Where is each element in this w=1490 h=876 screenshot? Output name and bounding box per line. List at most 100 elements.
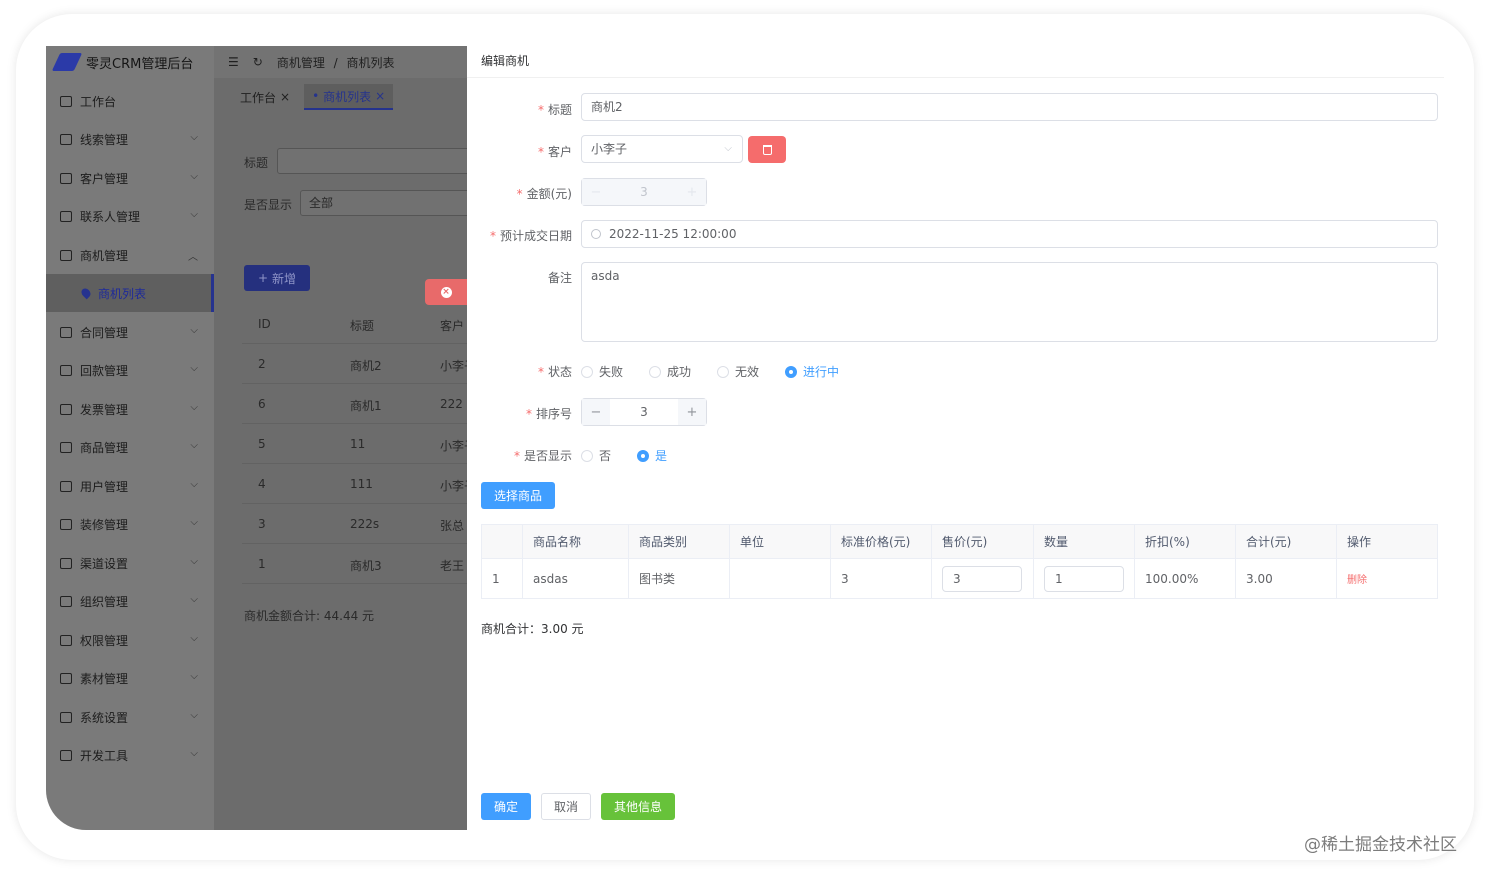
chevron-down-icon: ⌵ [190, 671, 198, 682]
chevron-down-icon: ⌵ [190, 325, 198, 336]
sidebar-item-decoration[interactable]: 装修管理 ⌵ [46, 505, 214, 543]
user-icon [60, 480, 72, 492]
delete-goods-link[interactable]: 删除 [1347, 571, 1367, 586]
plus-icon[interactable]: + [678, 399, 706, 425]
send-icon [60, 249, 72, 261]
table-row: 1 asdas 图书类 3 3 1 100.00% 3.00 删除 [482, 558, 1437, 598]
chevron-down-icon: ⌵ [190, 402, 198, 413]
clock-icon [591, 229, 601, 239]
sidebar-item-products[interactable]: 商品管理 ⌵ [46, 428, 214, 466]
status-radio-fail[interactable]: 失败 [581, 363, 623, 380]
menu-toggle-icon[interactable]: ☰ [228, 55, 239, 69]
sidebar-item-clues[interactable]: 线索管理 ⌵ [46, 120, 214, 158]
watermark: @稀土掘金技术社区 [1304, 835, 1457, 855]
date-label: * 预计成交日期 [489, 229, 572, 243]
money-icon [60, 364, 72, 376]
status-radio-invalid[interactable]: 无效 [717, 363, 759, 380]
note-label: 备注 [547, 271, 572, 285]
close-icon[interactable]: × [280, 90, 290, 104]
location-icon [79, 286, 93, 300]
chevron-down-icon: ⌵ [190, 363, 198, 374]
tab-opportunity-list[interactable]: • 商机列表 × [304, 84, 394, 110]
sidebar-item-devtools[interactable]: 开发工具 ⌵ [46, 736, 214, 774]
picture-icon [60, 672, 72, 684]
add-button[interactable]: + 新增 [244, 265, 310, 291]
table-row[interactable]: 1 商机3 老王 [242, 544, 482, 584]
sidebar-item-users[interactable]: 用户管理 ⌵ [46, 467, 214, 505]
sort-stepper[interactable]: − 3 + [581, 398, 707, 426]
breadcrumb-current: 商机列表 [346, 55, 395, 70]
status-radio-group: 失败 成功 无效 进行中 [581, 363, 839, 380]
select-goods-button[interactable]: 选择商品 [481, 482, 555, 509]
status-radio-in-progress[interactable]: 进行中 [785, 363, 839, 380]
title-input[interactable]: 商机2 [581, 93, 1438, 121]
sidebar-item-contacts[interactable]: 联系人管理 ⌵ [46, 197, 214, 235]
show-radio-yes[interactable]: 是 [637, 447, 667, 464]
opportunity-table: ID 标题 客户 2 商机2 小李子 6 商机1 222 5 11 小李子 4 111 小李子 … [242, 304, 482, 584]
tab-bar: 工作台 × • 商机列表 × [214, 78, 467, 116]
trash-icon [762, 144, 772, 155]
sidebar-item-opportunity-list[interactable]: 商机列表 [46, 274, 214, 312]
org-icon [60, 595, 72, 607]
confirm-button[interactable]: 确定 [481, 793, 531, 820]
minus-icon: − [582, 179, 610, 205]
table-row[interactable]: 3 222s 张总 [242, 504, 482, 544]
table-row[interactable]: 4 111 小李子 [242, 464, 482, 504]
show-label: * 是否显示 [513, 449, 572, 463]
chevron-down-icon: ⌵ [190, 748, 198, 759]
goods-table-header: 商品名称 商品类别 单位 标准价格(元) 售价(元) 数量 折扣(%) 合计(元… [482, 525, 1437, 558]
contact-icon [60, 210, 72, 222]
date-picker[interactable]: 2022-11-25 12:00:00 [581, 220, 1438, 248]
cancel-button[interactable]: 取消 [541, 793, 591, 820]
list-total: 商机金额合计: 44.44 元 [244, 609, 375, 623]
chevron-down-icon: ⌵ [190, 479, 198, 490]
chevron-down-icon: ⌵ [190, 171, 198, 182]
crm-app: 零灵CRM管理后台 工作台 线索管理 ⌵ 客户管理 ⌵ 联系人管理 ⌵ 商机管理 ︿ 商… [46, 46, 1444, 830]
table-row[interactable]: 5 11 小李子 [242, 424, 482, 464]
amount-stepper[interactable]: − 3 + [581, 178, 707, 206]
sidebar-item-settings[interactable]: 系统设置 ⌵ [46, 698, 214, 736]
refresh-icon[interactable]: ↻ [253, 55, 263, 69]
gear-icon [60, 711, 72, 723]
sort-label: * 排序号 [525, 407, 572, 421]
close-icon[interactable]: × [375, 89, 385, 103]
monitor-icon [60, 95, 72, 107]
sidebar-item-invoices[interactable]: 发票管理 ⌵ [46, 390, 214, 428]
delete-customer-button[interactable] [748, 136, 786, 163]
status-radio-success[interactable]: 成功 [649, 363, 691, 380]
clue-icon [60, 133, 72, 145]
sidebar-item-organization[interactable]: 组织管理 ⌵ [46, 582, 214, 620]
filter-title-input[interactable] [277, 148, 477, 174]
price-input[interactable]: 3 [942, 565, 1022, 592]
sidebar-item-materials[interactable]: 素材管理 ⌵ [46, 659, 214, 697]
sidebar-item-payments[interactable]: 回款管理 ⌵ [46, 351, 214, 389]
show-radio-group: 否 是 [581, 447, 667, 464]
sidebar-item-workbench[interactable]: 工作台 [46, 82, 214, 120]
sidebar-item-customers[interactable]: 客户管理 ⌵ [46, 159, 214, 197]
sidebar-item-contracts[interactable]: 合同管理 ⌵ [46, 313, 214, 351]
sidebar-item-channels[interactable]: 渠道设置 ⌵ [46, 544, 214, 582]
app-title: 零灵CRM管理后台 [86, 56, 194, 72]
table-row[interactable]: 2 商机2 小李子 [242, 344, 482, 384]
table-row[interactable]: 6 商机1 222 [242, 384, 482, 424]
minus-icon[interactable]: − [582, 399, 610, 425]
app-logo[interactable]: 零灵CRM管理后台 [46, 46, 214, 78]
sidebar-item-opportunities[interactable]: 商机管理 ︿ [46, 236, 214, 274]
bag-icon [60, 326, 72, 338]
sidebar-item-permissions[interactable]: 权限管理 ⌵ [46, 621, 214, 659]
show-radio-no[interactable]: 否 [581, 447, 611, 464]
other-info-button[interactable]: 其他信息 [601, 793, 675, 820]
customer-select[interactable]: 小李子 ⌵ [581, 135, 743, 163]
pen-icon [60, 749, 72, 761]
note-textarea[interactable]: asda [581, 262, 1438, 342]
active-dot-icon: • [312, 89, 320, 103]
chevron-down-icon: ⌵ [190, 440, 198, 451]
drawer-close-button[interactable]: × [425, 279, 467, 305]
chevron-down-icon: ⌵ [190, 633, 198, 644]
user-icon [60, 172, 72, 184]
tab-workbench[interactable]: 工作台 × [232, 84, 298, 110]
main-content: ☰ ↻ 商机管理 / 商机列表 工作台 × • 商机列表 × 标题 是否显示 全部 +… [214, 46, 500, 830]
chevron-down-icon: ⌵ [190, 594, 198, 605]
quantity-input[interactable]: 1 [1044, 565, 1124, 592]
title-label: * 标题 [537, 103, 572, 117]
